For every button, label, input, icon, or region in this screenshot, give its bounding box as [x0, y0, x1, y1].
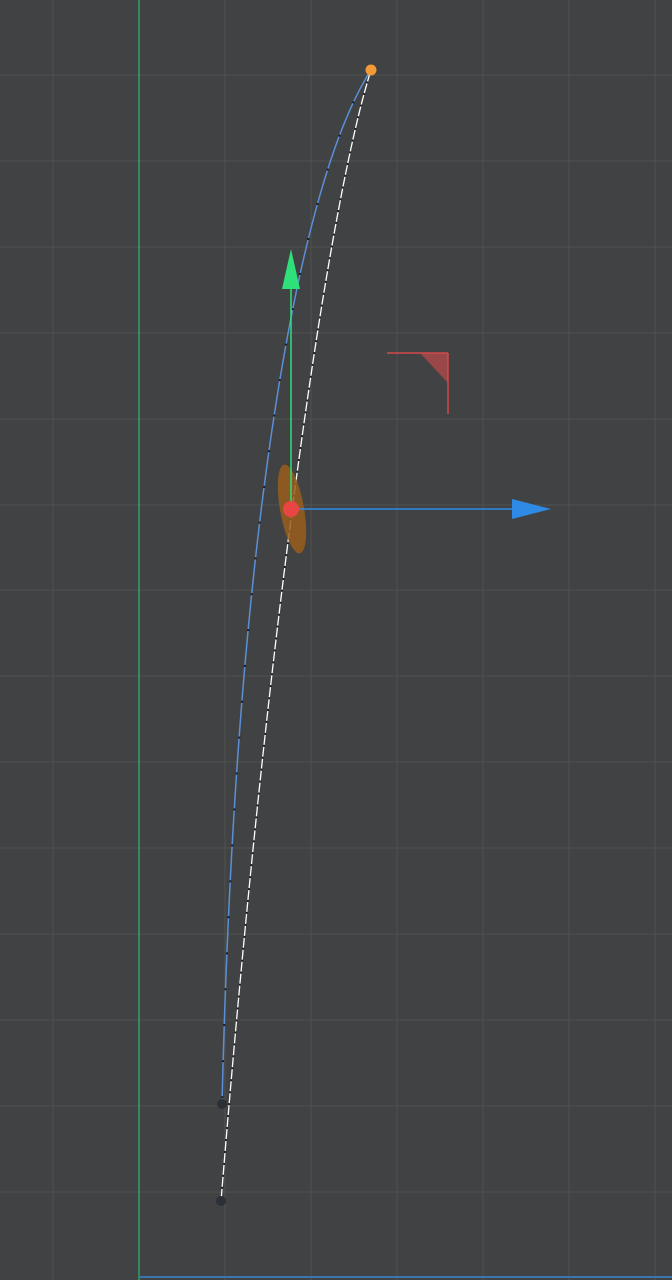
3d-viewport[interactable]	[0, 0, 672, 1280]
viewport-grid	[0, 0, 672, 1280]
start-point[interactable]	[365, 64, 377, 76]
spline-segment-ticks	[220, 69, 372, 1105]
tangent-handle-point[interactable]	[216, 1196, 226, 1206]
xy-plane-handle-icon[interactable]	[387, 352, 449, 414]
x-axis-arrow-icon[interactable]	[291, 499, 551, 519]
spline-tangent-line[interactable]	[220, 69, 372, 1202]
move-gizmo[interactable]	[272, 249, 551, 555]
tangent-segment-ticks	[220, 69, 372, 1202]
end-point[interactable]	[217, 1099, 227, 1109]
spline-curve[interactable]	[221, 69, 372, 1105]
gizmo-origin-icon[interactable]	[283, 501, 299, 517]
